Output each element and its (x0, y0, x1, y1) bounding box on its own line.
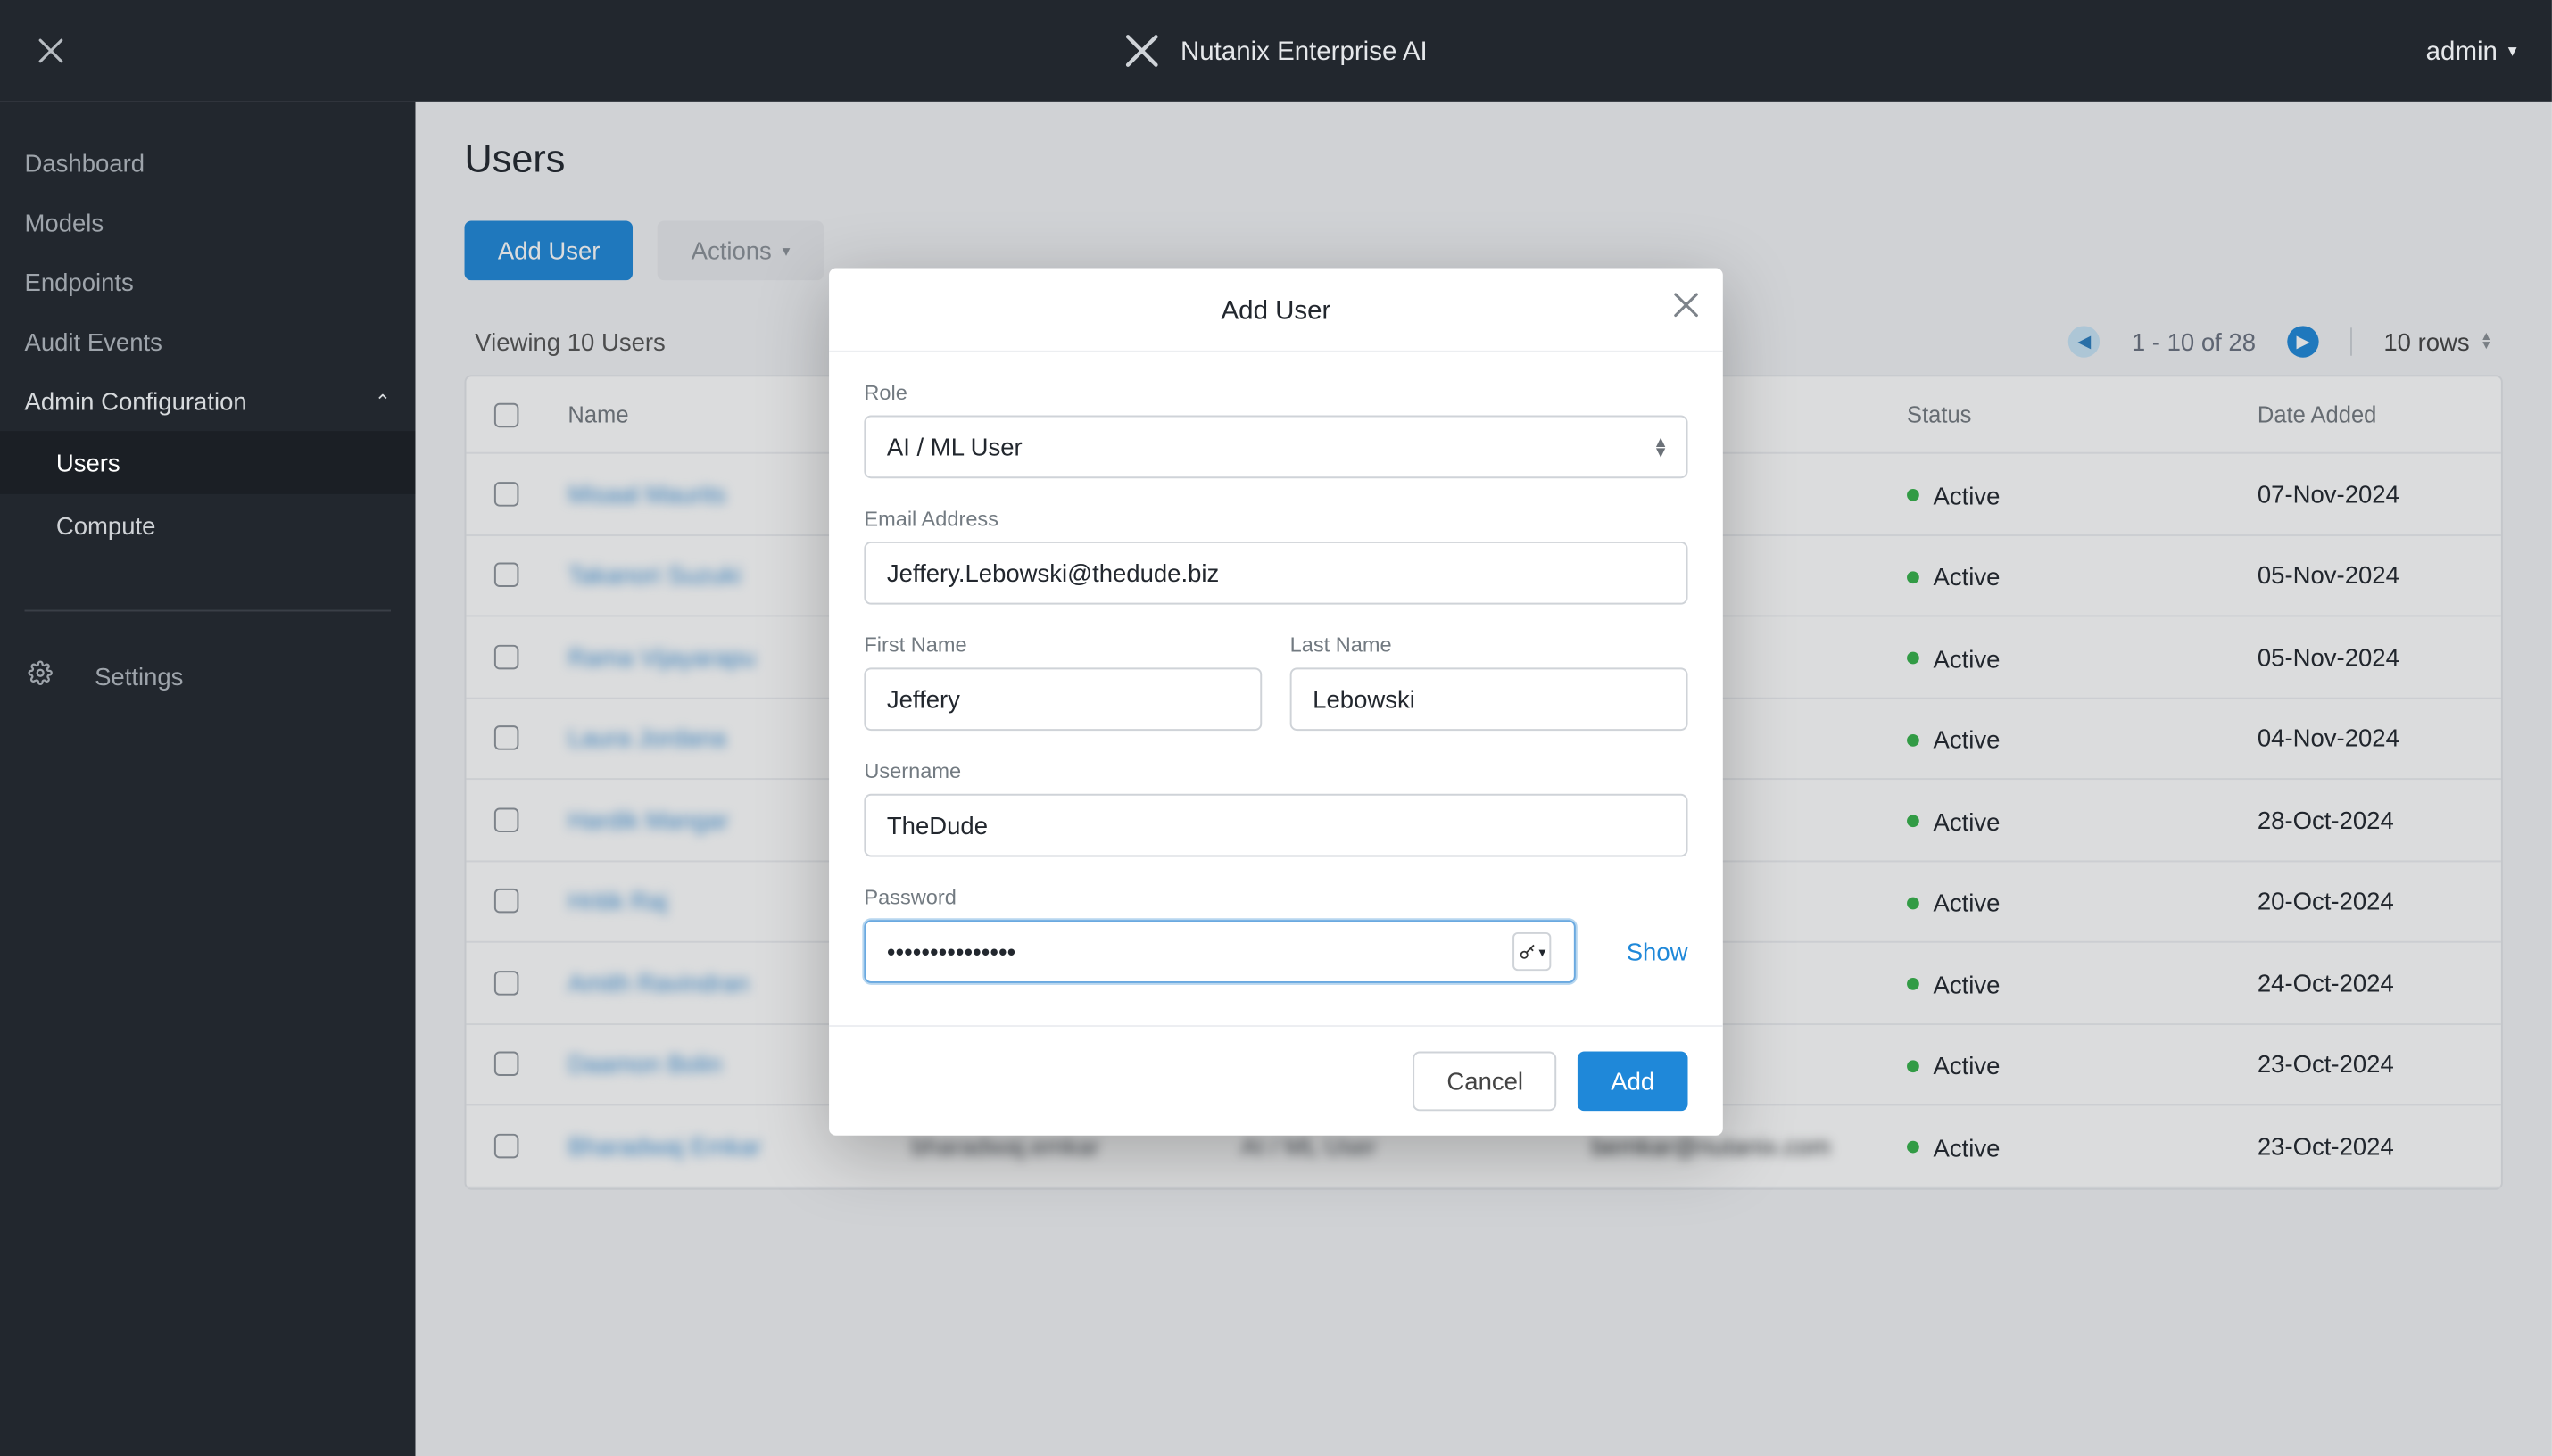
sidebar-item-endpoints[interactable]: Endpoints (0, 252, 416, 312)
key-icon[interactable]: ▾ (1512, 932, 1551, 971)
role-value: AI / ML User (887, 433, 1023, 460)
sidebar-item-users[interactable]: Users (0, 431, 416, 494)
role-label: Role (864, 380, 1687, 404)
sidebar: Dashboard Models Endpoints Audit Events … (0, 102, 416, 1456)
brand-title: Nutanix Enterprise AI (1181, 36, 1428, 65)
sidebar-item-audit-events[interactable]: Audit Events (0, 312, 416, 372)
email-input[interactable] (864, 542, 1687, 605)
email-label: Email Address (864, 507, 1687, 531)
app-header: Nutanix Enterprise AI admin ▾ (0, 0, 2552, 102)
sidebar-item-label: Admin Configuration (24, 387, 246, 415)
show-password-link[interactable]: Show (1593, 938, 1687, 965)
first-name-label: First Name (864, 633, 1262, 657)
role-select[interactable]: AI / ML User ▲▼ (864, 416, 1687, 479)
username-label: Username (864, 758, 1687, 782)
add-button[interactable]: Add (1578, 1052, 1688, 1112)
sidebar-item-label: Settings (95, 661, 183, 689)
password-label: Password (864, 885, 1687, 909)
chevron-down-icon: ▾ (2508, 41, 2517, 61)
close-icon[interactable] (1674, 293, 1698, 324)
last-name-input[interactable] (1290, 667, 1688, 731)
logo-icon (1124, 33, 1159, 68)
sidebar-item-dashboard[interactable]: Dashboard (0, 133, 416, 193)
sidebar-item-settings[interactable]: Settings (0, 647, 416, 705)
user-menu[interactable]: admin ▾ (2426, 36, 2517, 65)
cancel-button[interactable]: Cancel (1413, 1052, 1556, 1112)
last-name-label: Last Name (1290, 633, 1688, 657)
sort-icon: ▲▼ (1653, 436, 1669, 458)
add-user-modal: Add User Role AI / ML User ▲▼ Email Addr… (829, 269, 1723, 1136)
brand: Nutanix Enterprise AI (1124, 33, 1428, 68)
divider (24, 610, 391, 612)
chevron-up-icon: ⌃ (375, 390, 391, 413)
sidebar-item-models[interactable]: Models (0, 193, 416, 252)
sidebar-item-compute[interactable]: Compute (0, 494, 416, 558)
close-icon[interactable] (0, 0, 102, 102)
password-input[interactable] (864, 920, 1575, 983)
gear-icon (28, 661, 52, 691)
username-input[interactable] (864, 794, 1687, 857)
modal-title: Add User (1222, 296, 1331, 326)
user-label: admin (2426, 36, 2498, 65)
sidebar-item-admin-config[interactable]: Admin Configuration ⌃ (0, 371, 416, 431)
first-name-input[interactable] (864, 667, 1262, 731)
